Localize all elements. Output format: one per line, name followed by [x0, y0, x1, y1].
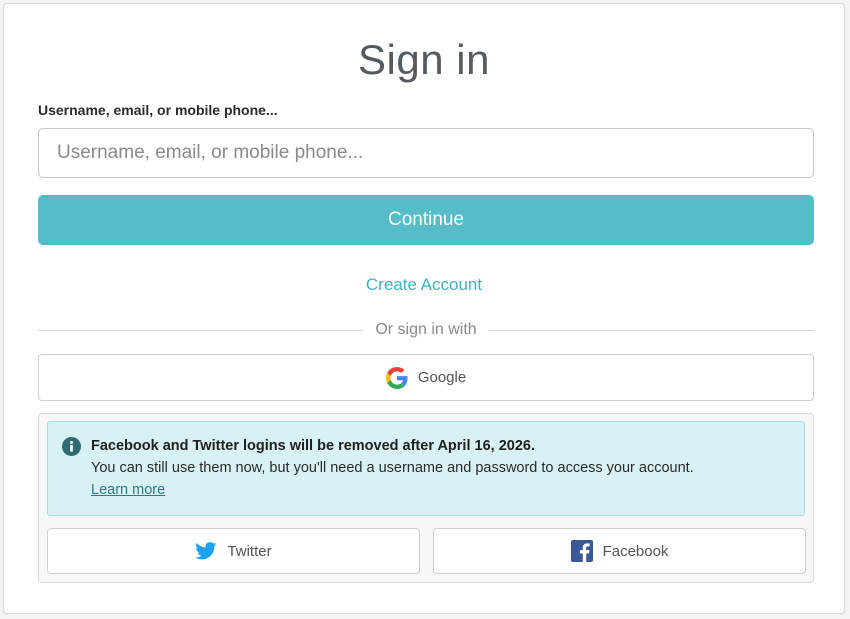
divider-line-right — [488, 329, 814, 331]
username-field-label: Username, email, or mobile phone... — [38, 102, 278, 118]
divider-line-left — [38, 329, 364, 331]
facebook-label: Facebook — [602, 542, 669, 560]
continue-button[interactable]: Continue — [38, 195, 814, 245]
sign-in-card: Sign in Username, email, or mobile phone… — [3, 3, 845, 614]
or-sign-in-divider: Or sign in with — [38, 320, 814, 340]
info-icon — [62, 437, 81, 461]
page-title: Sign in — [358, 36, 490, 83]
username-input[interactable] — [38, 128, 814, 178]
notice-body: You can still use them now, but you'll n… — [91, 460, 694, 476]
twitter-label: Twitter — [227, 542, 272, 560]
google-sign-in-button[interactable]: Google — [38, 354, 814, 401]
create-account-row: Create Account — [4, 275, 844, 295]
facebook-sign-in-button[interactable]: Facebook — [433, 528, 806, 574]
twitter-sign-in-button[interactable]: Twitter — [47, 528, 420, 574]
facebook-icon — [570, 540, 593, 562]
create-account-link[interactable]: Create Account — [366, 275, 482, 294]
google-icon — [385, 366, 408, 389]
learn-more-link[interactable]: Learn more — [91, 482, 165, 498]
google-label: Google — [417, 369, 467, 386]
removal-notice: Facebook and Twitter logins will be remo… — [47, 421, 805, 516]
divider-text: Or sign in with — [375, 321, 477, 338]
twitter-icon — [195, 542, 217, 560]
notice-title: Facebook and Twitter logins will be remo… — [91, 438, 535, 454]
legacy-social-panel: Facebook and Twitter logins will be remo… — [38, 413, 814, 583]
